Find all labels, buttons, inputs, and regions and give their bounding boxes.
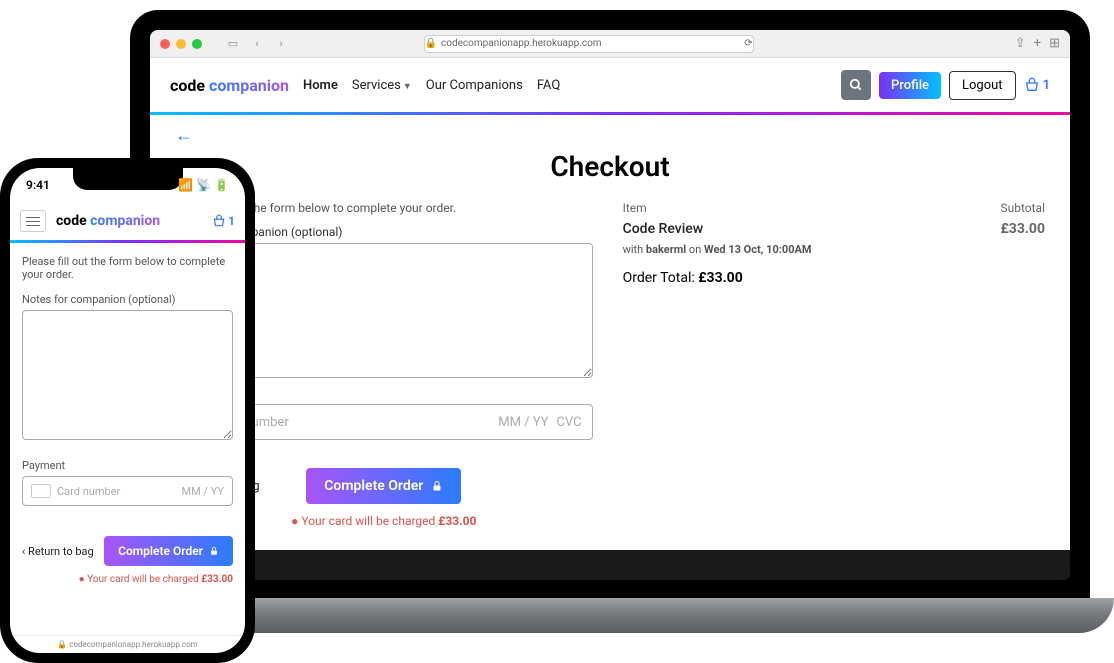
logout-button[interactable]: Logout	[949, 71, 1016, 100]
phone-app-header: code companion 1	[10, 202, 245, 243]
phone-time: 9:41	[26, 178, 50, 192]
app-header: code companion Home Services▼ Our Compan…	[150, 58, 1070, 115]
laptop-viewport: ▭ ‹ › 🔒 codecompanionapp.herokuapp.com ⟳…	[150, 30, 1070, 580]
order-total: Order Total: £33.00	[623, 270, 1045, 286]
page-title: Checkout	[175, 150, 1045, 183]
phone-charge-warning: ● Your card will be charged £33.00	[22, 574, 233, 585]
complete-order-button[interactable]: Complete Order	[306, 468, 461, 504]
lock-icon	[431, 480, 443, 492]
close-window-icon[interactable]	[160, 39, 170, 49]
maximize-window-icon[interactable]	[192, 39, 202, 49]
item-header: Item	[623, 201, 647, 215]
basket-icon	[212, 214, 226, 228]
phone-notes-label: Notes for companion (optional)	[22, 293, 233, 306]
nav-services[interactable]: Services▼	[352, 78, 412, 93]
browser-chrome: ▭ ‹ › 🔒 codecompanionapp.herokuapp.com ⟳…	[150, 30, 1070, 58]
item-price: £33.00	[1000, 221, 1045, 237]
basket-icon	[1024, 77, 1040, 93]
battery-icon: 🔋	[214, 178, 229, 192]
phone-bag-indicator[interactable]: 1	[212, 214, 235, 228]
order-summary: Item Subtotal Code Review £33.00 with ba…	[623, 201, 1045, 528]
phone-viewport: 9:41 📶 📡 🔋 code companion 1 Please fill …	[10, 168, 245, 653]
search-icon	[849, 78, 863, 92]
phone-mockup: 9:41 📶 📡 🔋 code companion 1 Please fill …	[0, 158, 255, 663]
lock-icon: 🔒	[425, 38, 437, 49]
phone-checkout-content: Please fill out the form below to comple…	[10, 243, 245, 635]
profile-button[interactable]: Profile	[879, 72, 941, 99]
wifi-icon: 📡	[196, 178, 211, 192]
hamburger-menu[interactable]	[20, 210, 46, 232]
search-button[interactable]	[841, 70, 871, 100]
item-meta: with bakerml on Wed 13 Oct, 10:00AM	[623, 243, 1045, 256]
phone-instruction: Please fill out the form below to comple…	[22, 255, 233, 281]
phone-notch	[73, 168, 183, 190]
subtotal-header: Subtotal	[1000, 201, 1045, 215]
back-icon[interactable]: ‹	[248, 35, 266, 53]
back-arrow-icon[interactable]: ←	[175, 125, 1045, 146]
url-text: codecompanionapp.herokuapp.com	[441, 38, 602, 49]
phone-return-link[interactable]: ‹ Return to bag	[22, 545, 94, 558]
card-expiry: MM / YY	[498, 415, 548, 430]
minimize-window-icon[interactable]	[176, 39, 186, 49]
footer-bar	[150, 550, 1070, 580]
bag-indicator[interactable]: 1	[1024, 77, 1050, 93]
sidebar-toggle-icon[interactable]: ▭	[224, 35, 242, 53]
chevron-down-icon: ▼	[403, 82, 412, 92]
phone-payment-label: Payment	[22, 459, 233, 472]
nav-companions[interactable]: Our Companions	[426, 78, 523, 93]
refresh-icon[interactable]: ⟳	[744, 38, 752, 49]
logo[interactable]: code companion	[170, 76, 289, 95]
phone-complete-button[interactable]: Complete Order	[104, 536, 233, 566]
lock-icon	[209, 546, 219, 556]
phone-url-bar: 🔒 codecompanionapp.herokuapp.com	[10, 635, 245, 653]
tabs-icon[interactable]: ⊞	[1049, 36, 1060, 51]
checkout-content: ← Checkout Please fill out the form belo…	[150, 115, 1070, 550]
forward-icon[interactable]: ›	[272, 35, 290, 53]
signal-icon: 📶	[178, 178, 193, 192]
item-name: Code Review	[623, 221, 704, 237]
phone-card-input[interactable]: Card number MM / YY	[22, 476, 233, 506]
share-icon[interactable]: ⇪	[1015, 36, 1026, 51]
new-tab-icon[interactable]: +	[1034, 36, 1041, 51]
nav-home[interactable]: Home	[303, 78, 338, 93]
url-bar[interactable]: 🔒 codecompanionapp.herokuapp.com ⟳	[424, 35, 754, 53]
card-icon	[31, 484, 51, 498]
phone-notes-textarea[interactable]	[22, 310, 233, 440]
phone-logo[interactable]: code companion	[56, 213, 160, 229]
card-cvc: CVC	[556, 415, 581, 430]
nav-faq[interactable]: FAQ	[537, 78, 560, 93]
laptop-screen-bezel: ▭ ‹ › 🔒 codecompanionapp.herokuapp.com ⟳…	[130, 10, 1090, 600]
